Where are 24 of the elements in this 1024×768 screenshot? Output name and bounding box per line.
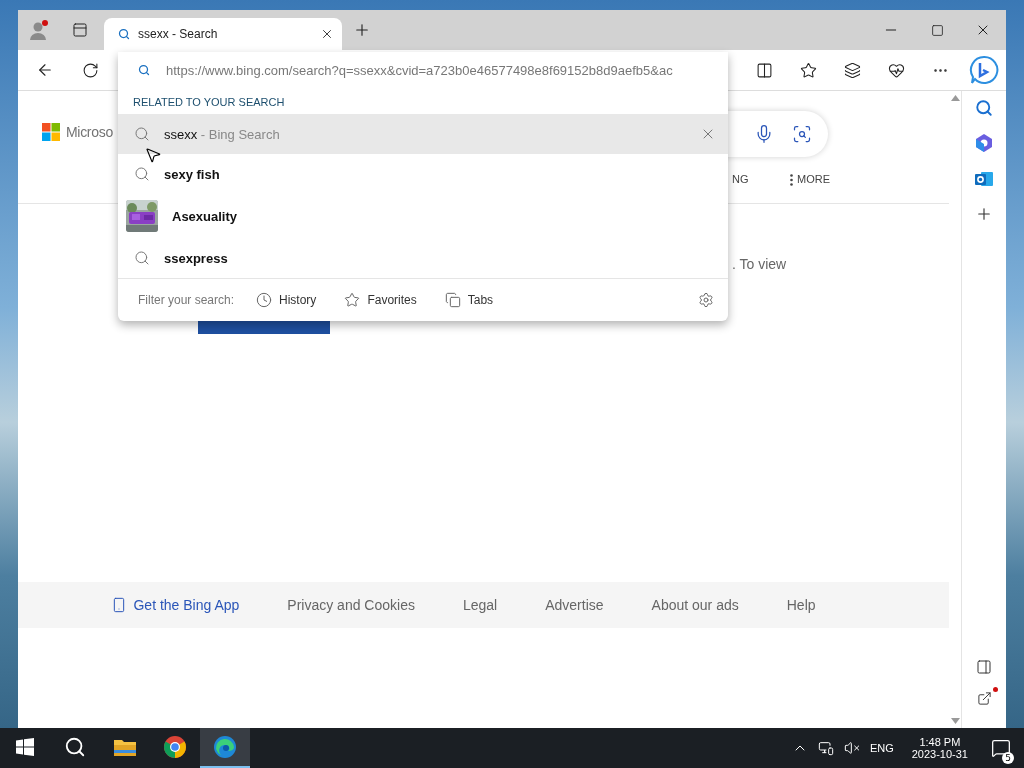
footer-link[interactable]: Legal — [462, 597, 498, 613]
message-text: . To view — [732, 256, 787, 272]
filter-chip[interactable]: History — [250, 292, 323, 308]
filter-label: Filter your search: — [138, 293, 235, 307]
filter-chip[interactable]: Favorites — [338, 292, 423, 308]
suggestion-item[interactable]: ssexx - Bing Search — [118, 114, 728, 154]
footer-link[interactable]: Help — [786, 597, 816, 613]
section-heading: RELATED TO YOUR SEARCH — [132, 95, 286, 110]
footer-link[interactable]: Advertise — [545, 597, 604, 613]
footer-link[interactable]: About our ads — [651, 597, 739, 613]
suggestion-item[interactable]: sexy fish — [118, 154, 728, 194]
browser-tab[interactable]: ssexx - Search — [104, 18, 342, 50]
address-bar[interactable]: https://www.bing.com/search?q=ssexx&cvid=a723b0e46577498e8f69152b8d9aefb5&ac — [118, 52, 728, 88]
footer-link[interactable]: Privacy and Cookies — [287, 597, 415, 613]
more-link[interactable]: MORE — [797, 173, 830, 185]
app-link[interactable]: Get the Bing App — [111, 597, 240, 613]
logo-text: Microso — [66, 124, 113, 140]
notification-count: 5 — [1002, 752, 1014, 764]
suggestion-item[interactable]: Asexuality — [118, 194, 728, 238]
nav-link[interactable]: NG — [732, 173, 749, 185]
clock[interactable]: 1:48 PM 2023-10-31 — [903, 736, 976, 760]
suggestion-item[interactable]: ssexpress — [118, 238, 728, 278]
filter-chip[interactable]: Tabs — [438, 292, 500, 308]
language-indicator[interactable]: ENG — [869, 742, 894, 754]
